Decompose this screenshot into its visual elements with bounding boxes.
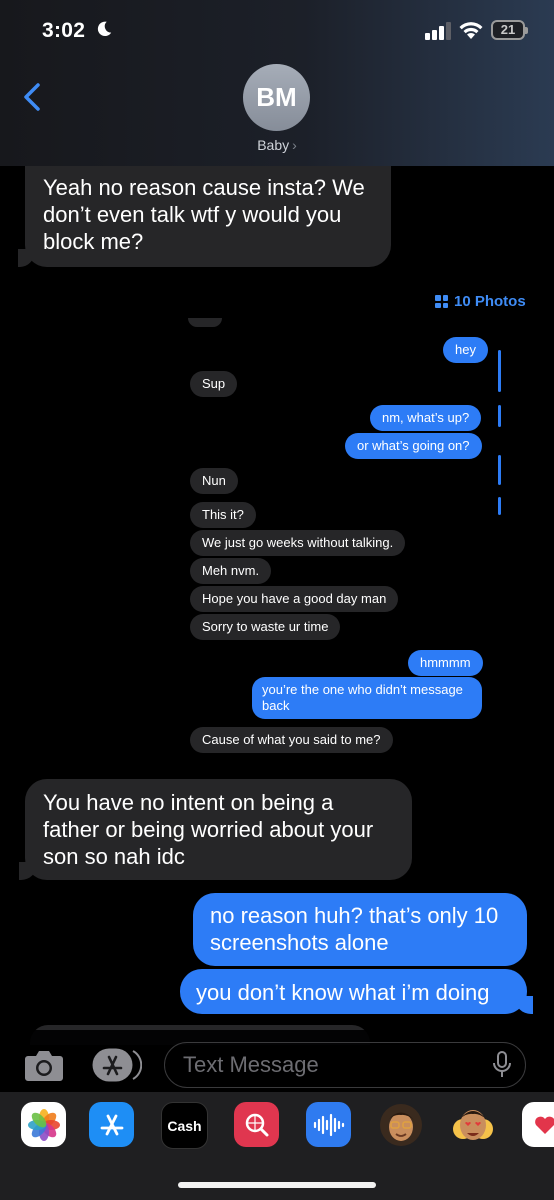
screenshot-message-received: Sorry to waste ur time [190, 614, 341, 640]
status-time: 3:02 [42, 19, 86, 42]
screenshot-message-sent: nm, what’s up? [370, 405, 482, 431]
screenshot-bubble-fragment [188, 318, 222, 327]
screenshot-message-sent: you’re the one who didn’t message back [252, 677, 482, 719]
photo-grid-icon [435, 295, 448, 308]
photo-stack-edge [498, 455, 501, 485]
screenshot-message-received: Sup [190, 371, 238, 397]
cellular-signal-icon [425, 22, 451, 40]
screenshot-message-received: This it? [190, 502, 256, 528]
screenshot-message-sent: hmmmm [408, 650, 483, 676]
image-search-icon[interactable] [234, 1102, 279, 1147]
camera-icon[interactable] [24, 1048, 64, 1082]
photo-stack-edge [498, 405, 501, 427]
focus-moon-icon [97, 21, 112, 37]
microphone-icon[interactable] [492, 1051, 512, 1079]
contact-name-label: Baby [257, 137, 290, 153]
photo-stack-edge [498, 497, 501, 515]
apple-cash-label: Cash [167, 1117, 202, 1134]
chevron-right-icon: › [292, 137, 297, 153]
audio-message-icon[interactable] [306, 1102, 351, 1147]
digital-touch-icon[interactable] [522, 1102, 554, 1147]
memoji-stickers-icon[interactable] [450, 1102, 495, 1147]
screenshot-message-received: We just go weeks without talking. [190, 530, 406, 556]
message-bubble-received[interactable]: You have no intent on being a father or … [19, 779, 412, 880]
apple-cash-icon[interactable]: Cash [161, 1102, 208, 1149]
screenshot-message-sent: or what’s going on? [345, 433, 482, 459]
battery-indicator: 21 [491, 20, 528, 40]
back-chevron-icon[interactable] [20, 82, 44, 112]
message-bubble-sent[interactable]: no reason huh? that’s only 10 screenshot… [193, 893, 527, 966]
photos-stack-link[interactable]: 10 Photos [435, 293, 526, 310]
memoji-icon[interactable] [378, 1102, 423, 1147]
photos-icon[interactable] [21, 1102, 66, 1147]
contact-name[interactable]: Baby › [0, 137, 554, 153]
photos-count-label: 10 Photos [454, 293, 526, 310]
wifi-icon [459, 22, 483, 39]
app-store-icon[interactable] [89, 1102, 134, 1147]
screenshot-message-sent: hey [443, 337, 488, 363]
app-store-apps-icon[interactable] [92, 1048, 142, 1082]
home-indicator[interactable] [178, 1182, 376, 1188]
message-input[interactable]: Text Message [164, 1042, 526, 1088]
screenshot-message-received: Nun [190, 468, 238, 494]
screenshot-message-received: Meh nvm. [190, 558, 272, 584]
screenshot-message-received: Hope you have a good day man [190, 586, 399, 612]
conversation-header: 3:02 21 BM Baby › [0, 0, 554, 166]
screenshot-message-received: Cause of what you said to me? [190, 727, 393, 753]
message-input-placeholder: Text Message [183, 1052, 319, 1077]
message-bubble-received[interactable]: Yeah no reason cause insta? We don’t eve… [18, 166, 391, 267]
contact-avatar[interactable]: BM [243, 64, 310, 131]
message-bubble-sent[interactable]: you don’t know what i’m doing [180, 969, 533, 1014]
photo-stack-edge [498, 350, 501, 392]
